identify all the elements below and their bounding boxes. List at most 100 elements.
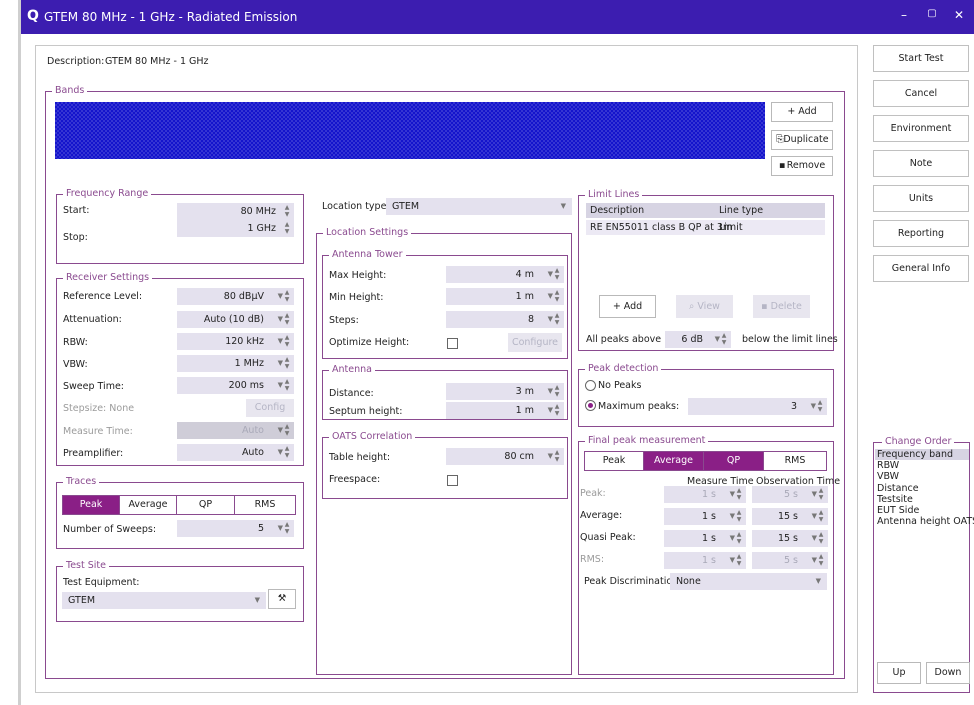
spinner-icon[interactable]: ▲ ▼ — [735, 487, 743, 501]
environment-button[interactable]: Environment — [873, 115, 969, 142]
spinner-icon[interactable]: ▲ ▼ — [283, 334, 291, 348]
final-peak-toggle[interactable]: Peak — [584, 451, 644, 471]
preamplifier-select[interactable]: Auto ▼ ▲ ▼ — [177, 444, 294, 461]
spinner-icon[interactable]: ▲ ▼ — [553, 449, 561, 463]
peaks-above-select[interactable]: 6 dB ▼ ▲ ▼ — [665, 331, 731, 348]
final-peak-observation-time[interactable]: 5 s ▼ ▲ ▼ — [752, 486, 828, 503]
trace-peak-toggle[interactable]: Peak — [62, 495, 120, 515]
spinner-icon[interactable]: ▲ ▼ — [553, 289, 561, 303]
spinner-icon[interactable]: ▲ ▼ — [553, 384, 561, 398]
spinner-icon[interactable]: ▲ ▼ — [816, 399, 824, 413]
remove-band-button[interactable]: ▪ Remove — [771, 156, 833, 176]
max-height-select[interactable]: 4 m ▼ ▲ ▼ — [446, 266, 564, 283]
spinner-icon[interactable]: ▲ ▼ — [735, 531, 743, 545]
optimize-height-checkbox[interactable] — [447, 338, 458, 349]
list-item[interactable]: Antenna height OATS — [877, 516, 974, 527]
final-rms-observation-time[interactable]: 5 s ▼ ▲ ▼ — [752, 552, 828, 569]
config-button[interactable]: Config — [246, 399, 294, 417]
duplicate-band-button[interactable]: ⎘ Duplicate — [771, 130, 833, 150]
trace-average-toggle[interactable]: Average — [119, 495, 177, 515]
add-limit-line-button[interactable]: + Add — [599, 295, 656, 318]
freespace-checkbox[interactable] — [447, 475, 458, 486]
peak-discrimination-select[interactable]: None ▼ — [670, 573, 827, 590]
final-rms-measure-time[interactable]: 1 s ▼ ▲ ▼ — [664, 552, 746, 569]
spinner-icon[interactable]: ▲ ▼ — [817, 509, 825, 523]
list-item[interactable]: VBW — [877, 471, 899, 482]
spinner-icon[interactable]: ▲ ▼ — [817, 487, 825, 501]
final-quasi-peak-measure-time[interactable]: 1 s ▼ ▲ ▼ — [664, 530, 746, 547]
spinner-icon[interactable]: ▲ ▼ — [283, 445, 291, 459]
final-average-observation-time[interactable]: 15 s ▼ ▲ ▼ — [752, 508, 828, 525]
maximum-peaks-select[interactable]: 3 ▼ ▲ ▼ — [688, 398, 827, 415]
maximize-button[interactable]: ▢ — [923, 8, 941, 19]
chevron-down-icon[interactable]: ▼ — [255, 592, 260, 609]
rbw-select[interactable]: 120 kHz ▼ ▲ ▼ — [177, 333, 294, 350]
spinner-icon[interactable]: ▲ ▼ — [817, 531, 825, 545]
chevron-down-icon[interactable]: ▼ — [816, 573, 821, 590]
chevron-down-icon[interactable]: ▼ — [561, 198, 566, 215]
trace-qp-toggle[interactable]: QP — [176, 495, 235, 515]
configure-button[interactable]: Configure — [508, 333, 562, 352]
list-item[interactable]: EUT Side — [877, 505, 919, 516]
note-button[interactable]: Note — [873, 150, 969, 177]
list-item[interactable]: Distance — [877, 483, 919, 494]
units-button[interactable]: Units — [873, 185, 969, 212]
spinner-icon[interactable]: ▲ ▼ — [283, 289, 291, 303]
spinner-icon[interactable]: ▲ ▼ — [283, 356, 291, 370]
steps-select[interactable]: 8 ▼ ▲ ▼ — [446, 311, 564, 328]
minimize-button[interactable]: – — [895, 8, 913, 22]
view-limit-line-button[interactable]: ⌕ View — [676, 295, 733, 318]
septum-height-select[interactable]: 1 m ▼ ▲ ▼ — [446, 402, 564, 419]
list-item[interactable]: RBW — [877, 460, 899, 471]
final-rms-toggle[interactable]: RMS — [763, 451, 827, 471]
general-info-button[interactable]: General Info — [873, 255, 969, 282]
list-item[interactable]: Frequency band — [877, 449, 953, 460]
move-up-button[interactable]: Up — [877, 662, 921, 684]
spinner-icon[interactable]: ▲ ▼ — [283, 521, 291, 535]
spinner-icon[interactable]: ▲ ▼ — [283, 378, 291, 392]
no-peaks-radio[interactable] — [585, 380, 596, 391]
spinner-icon[interactable]: ▲ ▼ — [283, 221, 291, 235]
final-average-toggle[interactable]: Average — [643, 451, 704, 471]
maximum-peaks-radio[interactable] — [585, 400, 596, 411]
spinner-icon[interactable]: ▲ ▼ — [553, 267, 561, 281]
add-band-button[interactable]: + Add — [771, 102, 833, 122]
cancel-button[interactable]: Cancel — [873, 80, 969, 107]
attenuation-select[interactable]: Auto (10 dB) ▼ ▲ ▼ — [177, 311, 294, 328]
start-frequency-input[interactable]: 80 MHz ▲ ▼ — [177, 203, 294, 220]
number-of-sweeps-select[interactable]: 5 ▼ ▲ ▼ — [177, 520, 294, 537]
min-height-select[interactable]: 1 m ▼ ▲ ▼ — [446, 288, 564, 305]
final-peak-measure-time[interactable]: 1 s ▼ ▲ ▼ — [664, 486, 746, 503]
close-button[interactable]: ✕ — [950, 8, 968, 22]
final-average-measure-time[interactable]: 1 s ▼ ▲ ▼ — [664, 508, 746, 525]
spinner-icon[interactable]: ▲ ▼ — [735, 509, 743, 523]
measure-time-select[interactable]: Auto ▼ ▲ ▼ — [177, 422, 294, 439]
list-item[interactable]: Testsite — [877, 494, 913, 505]
spinner-icon[interactable]: ▲ ▼ — [817, 553, 825, 567]
table-height-select[interactable]: 80 cm ▼ ▲ ▼ — [446, 448, 564, 465]
delete-limit-line-button[interactable]: ▪ Delete — [753, 295, 810, 318]
stop-frequency-input[interactable]: 1 GHz ▲ ▼ — [177, 220, 294, 237]
equipment-settings-button[interactable]: ⚒ — [268, 589, 296, 609]
bands-chart[interactable] — [55, 102, 765, 159]
move-down-button[interactable]: Down — [926, 662, 970, 684]
spinner-icon[interactable]: ▲ ▼ — [720, 332, 728, 346]
trace-rms-toggle[interactable]: RMS — [234, 495, 296, 515]
table-row[interactable]: RE EN55011 class B QP at 3m Limit — [586, 220, 825, 235]
spinner-icon[interactable]: ▲ ▼ — [735, 553, 743, 567]
reference-level-input[interactable]: 80 dBµV ▼ ▲ ▼ — [177, 288, 294, 305]
final-qp-toggle[interactable]: QP — [703, 451, 764, 471]
final-quasi-peak-observation-time[interactable]: 15 s ▼ ▲ ▼ — [752, 530, 828, 547]
location-type-select[interactable]: GTEM ▼ — [386, 198, 572, 215]
test-equipment-select[interactable]: GTEM ▼ — [62, 592, 266, 609]
spinner-icon[interactable]: ▲ ▼ — [283, 312, 291, 326]
spinner-icon[interactable]: ▲ ▼ — [283, 423, 291, 437]
start-test-button[interactable]: Start Test — [873, 45, 969, 72]
vbw-select[interactable]: 1 MHz ▼ ▲ ▼ — [177, 355, 294, 372]
spinner-icon[interactable]: ▲ ▼ — [283, 204, 291, 218]
spinner-icon[interactable]: ▲ ▼ — [553, 403, 561, 417]
reporting-button[interactable]: Reporting — [873, 220, 969, 247]
distance-select[interactable]: 3 m ▼ ▲ ▼ — [446, 383, 564, 400]
spinner-icon[interactable]: ▲ ▼ — [553, 312, 561, 326]
sweep-time-select[interactable]: 200 ms ▼ ▲ ▼ — [177, 377, 294, 394]
